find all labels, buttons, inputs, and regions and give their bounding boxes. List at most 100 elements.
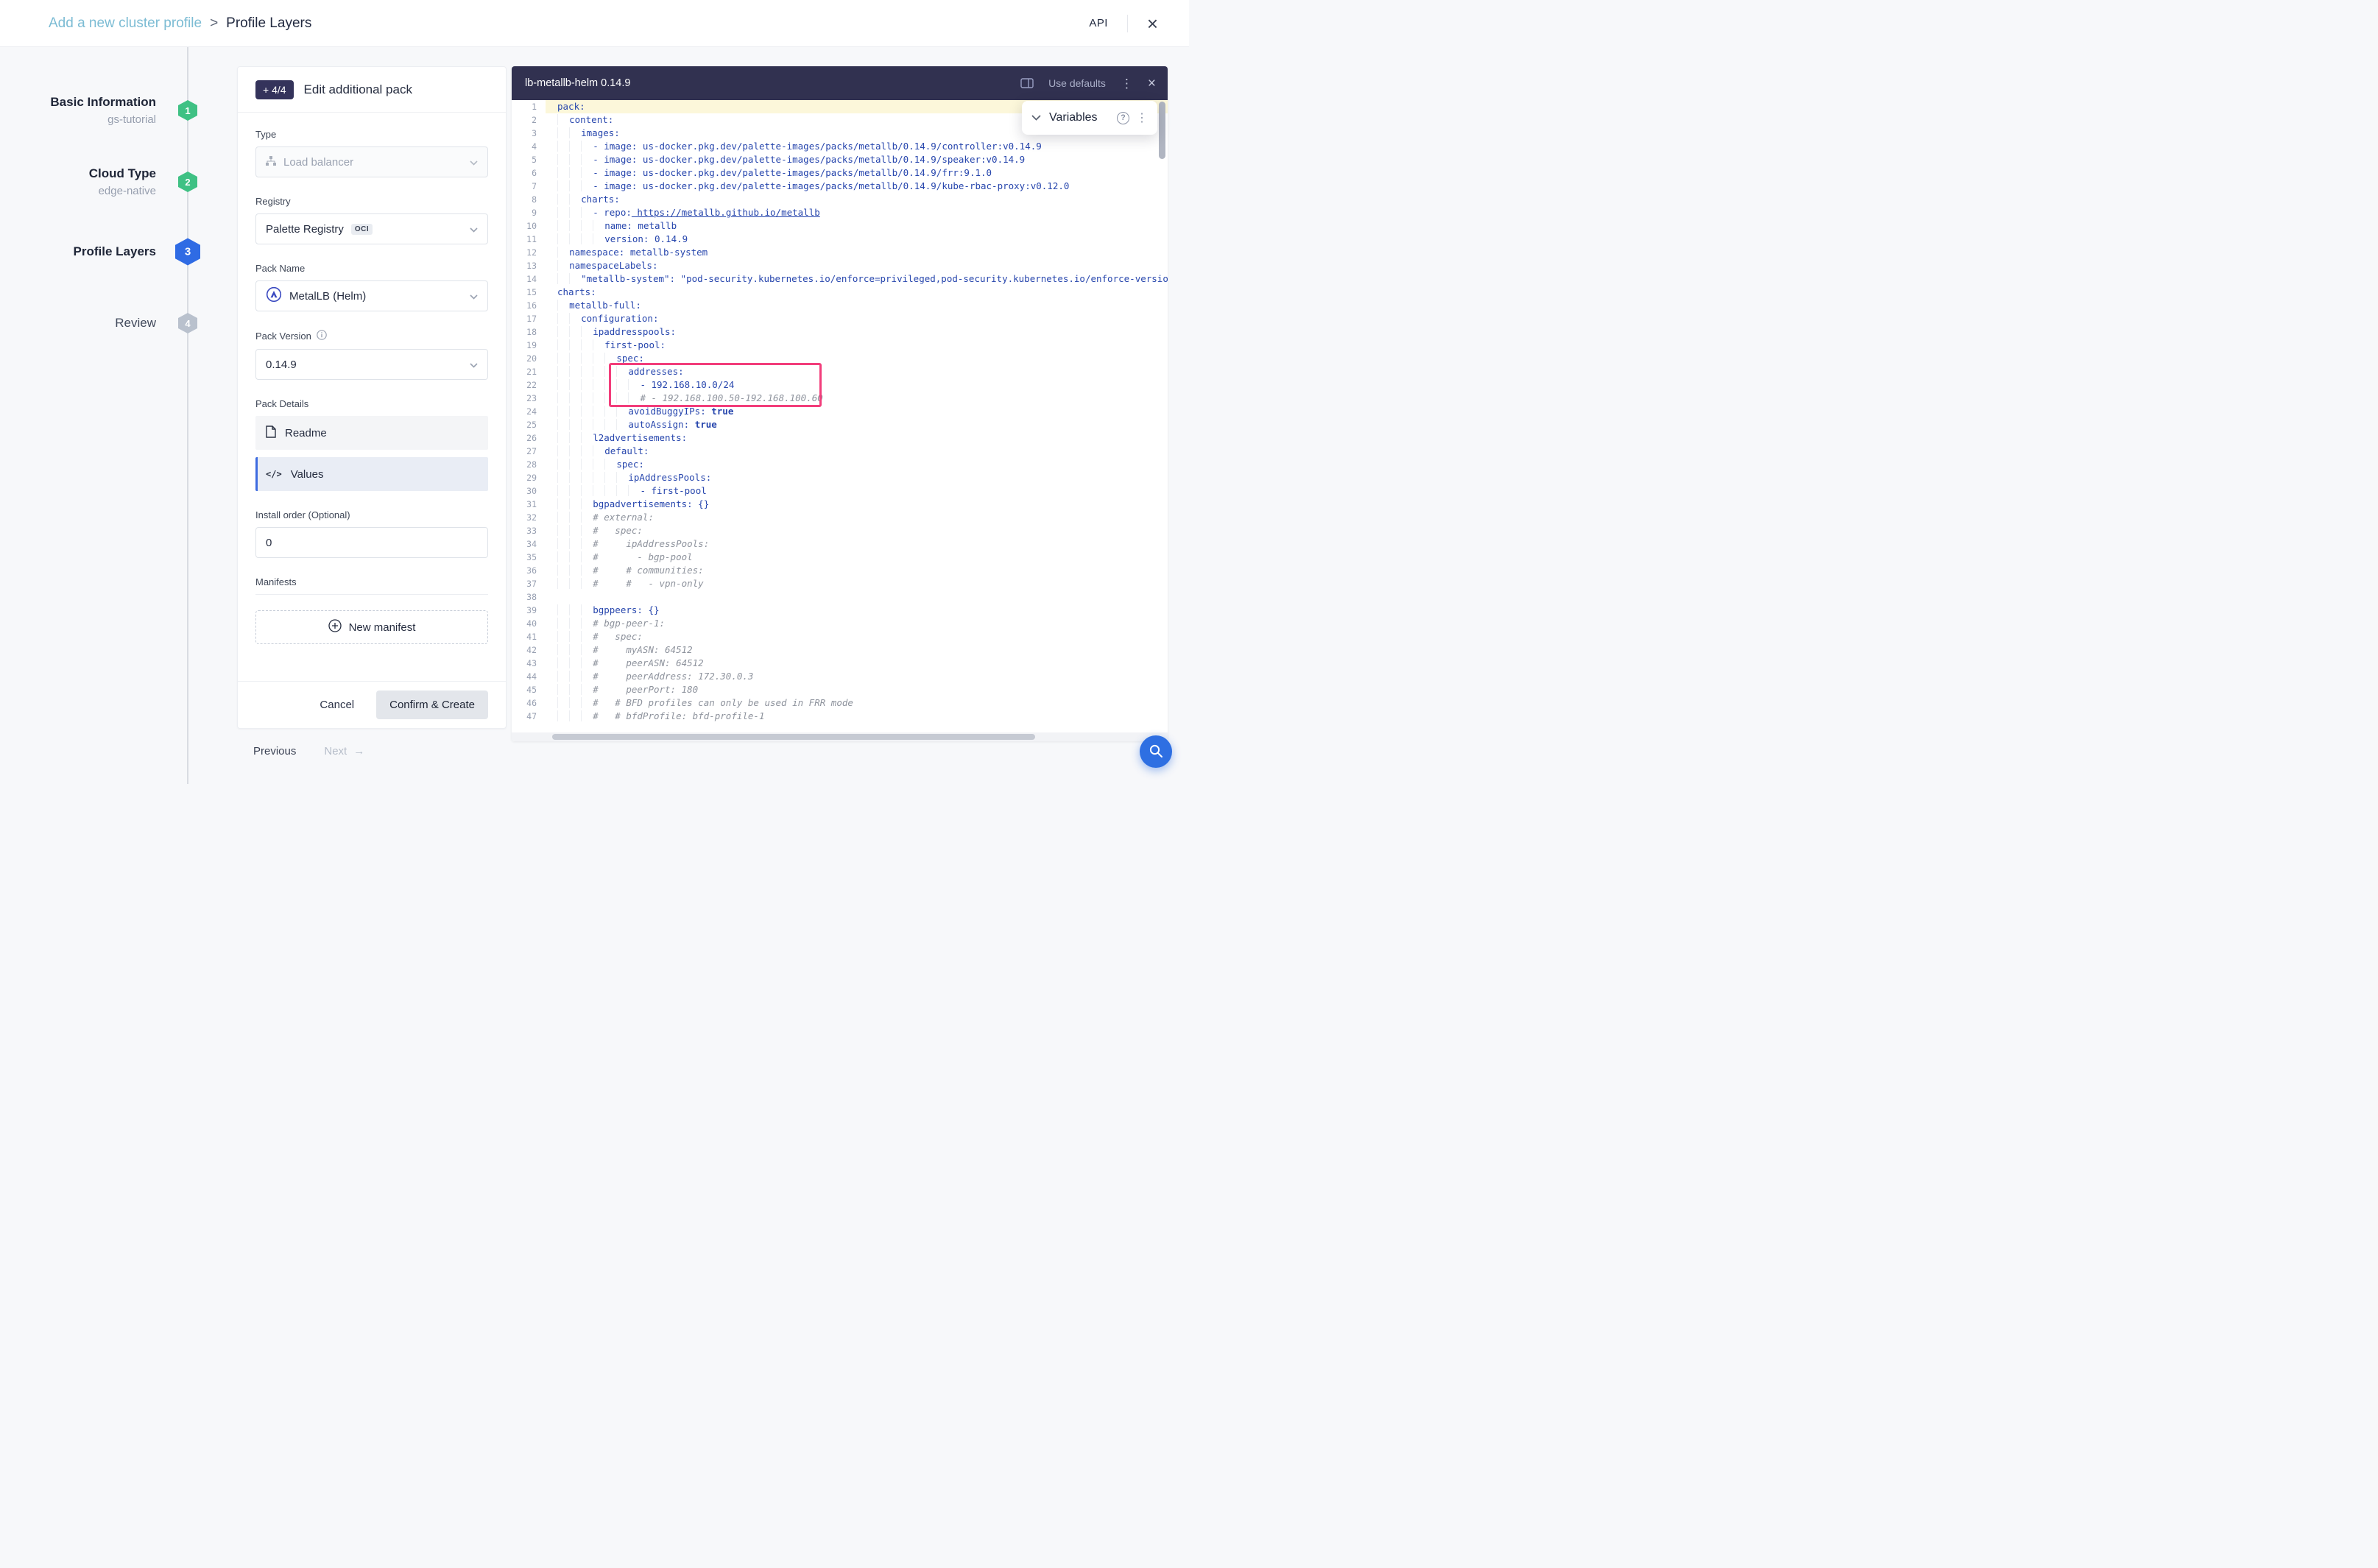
readme-tab[interactable]: Readme bbox=[255, 416, 488, 450]
pack-name-select[interactable]: MetalLB (Helm) bbox=[255, 280, 488, 311]
code-line[interactable]: 22 - 192.168.10.0/24 bbox=[512, 378, 1168, 392]
code-line[interactable]: 18 ipaddresspools: bbox=[512, 325, 1168, 339]
info-icon[interactable] bbox=[317, 330, 327, 342]
line-number: 27 bbox=[512, 445, 546, 458]
close-icon[interactable]: × bbox=[1147, 14, 1158, 33]
line-number: 4 bbox=[512, 140, 546, 153]
line-number: 40 bbox=[512, 617, 546, 630]
install-order-input[interactable]: 0 bbox=[255, 527, 488, 558]
code-line[interactable]: 47 # # bfdProfile: bfd-profile-1 bbox=[512, 710, 1168, 723]
step-number: 2 bbox=[185, 177, 190, 188]
code-line[interactable]: 32 # external: bbox=[512, 511, 1168, 524]
step-text: Cloud Type edge-native bbox=[0, 166, 156, 197]
code-line[interactable]: 13 namespaceLabels: bbox=[512, 259, 1168, 272]
variables-panel[interactable]: Variables ? ⋮ bbox=[1022, 101, 1157, 135]
editor-menu-icon[interactable]: ⋮ bbox=[1121, 77, 1133, 90]
code-line[interactable]: 10 name: metallb bbox=[512, 219, 1168, 233]
wizard-step-profile-layers[interactable]: Profile Layers 3 bbox=[0, 236, 206, 268]
confirm-create-button[interactable]: Confirm & Create bbox=[376, 691, 488, 719]
step-text: Review bbox=[0, 316, 156, 331]
variables-help-icon[interactable]: ? bbox=[1117, 112, 1129, 124]
code-line[interactable]: 41 # spec: bbox=[512, 630, 1168, 643]
wizard-step-review[interactable]: Review 4 bbox=[0, 307, 206, 339]
code-line[interactable]: 33 # spec: bbox=[512, 524, 1168, 537]
cancel-button[interactable]: Cancel bbox=[320, 699, 354, 711]
registry-select[interactable]: Palette Registry OCI bbox=[255, 213, 488, 244]
code-line[interactable]: 29 ipAddressPools: bbox=[512, 471, 1168, 484]
pack-count-badge[interactable]: + 4/4 bbox=[255, 80, 294, 99]
code-line[interactable]: 8 charts: bbox=[512, 193, 1168, 206]
code-line[interactable]: 35 # - bgp-pool bbox=[512, 551, 1168, 564]
code-line[interactable]: 23 # - 192.168.100.50-192.168.100.60 bbox=[512, 392, 1168, 405]
wizard-step-cloud-type[interactable]: Cloud Type edge-native 2 bbox=[0, 166, 206, 198]
chevron-down-icon[interactable] bbox=[1031, 111, 1041, 124]
line-content: namespace: metallb-system bbox=[546, 246, 1168, 259]
step-badge-2: 2 bbox=[178, 172, 197, 192]
code-line[interactable]: 42 # myASN: 64512 bbox=[512, 643, 1168, 657]
code-line[interactable]: 45 # peerPort: 180 bbox=[512, 683, 1168, 696]
breadcrumb-root[interactable]: Add a new cluster profile bbox=[49, 15, 202, 32]
code-line[interactable]: 15charts: bbox=[512, 286, 1168, 299]
breadcrumb: Add a new cluster profile > Profile Laye… bbox=[49, 15, 311, 32]
split-view-icon[interactable] bbox=[1020, 78, 1034, 88]
use-defaults-button[interactable]: Use defaults bbox=[1048, 77, 1106, 89]
next-button[interactable]: Next → bbox=[324, 745, 364, 757]
line-number: 23 bbox=[512, 392, 546, 405]
variables-menu-icon[interactable]: ⋮ bbox=[1136, 110, 1148, 125]
code-line[interactable]: 46 # # BFD profiles can only be used in … bbox=[512, 696, 1168, 710]
code-line[interactable]: 28 spec: bbox=[512, 458, 1168, 471]
editor-close-icon[interactable]: × bbox=[1148, 77, 1156, 91]
search-fab[interactable] bbox=[1140, 735, 1172, 768]
code-line[interactable]: 17 configuration: bbox=[512, 312, 1168, 325]
code-line[interactable]: 44 # peerAddress: 172.30.0.3 bbox=[512, 670, 1168, 683]
line-content: version: 0.14.9 bbox=[546, 233, 1168, 246]
horizontal-scrollbar-thumb[interactable] bbox=[552, 734, 1035, 740]
code-line[interactable]: 36 # # communities: bbox=[512, 564, 1168, 577]
code-line[interactable]: 26 l2advertisements: bbox=[512, 431, 1168, 445]
manifests-label: Manifests bbox=[255, 576, 488, 587]
code-line[interactable]: 25 autoAssign: true bbox=[512, 418, 1168, 431]
line-number: 13 bbox=[512, 259, 546, 272]
code-line[interactable]: 5 - image: us-docker.pkg.dev/palette-ima… bbox=[512, 153, 1168, 166]
new-manifest-button[interactable]: New manifest bbox=[255, 610, 488, 644]
code-area[interactable]: 1pack:2 content:3 images:4 - image: us-d… bbox=[512, 100, 1168, 741]
code-line[interactable]: 4 - image: us-docker.pkg.dev/palette-ima… bbox=[512, 140, 1168, 153]
line-number: 15 bbox=[512, 286, 546, 299]
code-line[interactable]: 37 # # - vpn-only bbox=[512, 577, 1168, 590]
code-line[interactable]: 20 spec: bbox=[512, 352, 1168, 365]
code-line[interactable]: 12 namespace: metallb-system bbox=[512, 246, 1168, 259]
load-balancer-icon bbox=[266, 156, 276, 169]
code-line[interactable]: 40 # bgp-peer-1: bbox=[512, 617, 1168, 630]
code-line[interactable]: 11 version: 0.14.9 bbox=[512, 233, 1168, 246]
code-line[interactable]: 7 - image: us-docker.pkg.dev/palette-ima… bbox=[512, 180, 1168, 193]
code-line[interactable]: 21 addresses: bbox=[512, 365, 1168, 378]
horizontal-scrollbar[interactable] bbox=[512, 732, 1168, 741]
step-title: Review bbox=[0, 316, 156, 331]
code-line[interactable]: 19 first-pool: bbox=[512, 339, 1168, 352]
pack-version-value: 0.14.9 bbox=[266, 359, 297, 371]
line-content: # external: bbox=[546, 511, 1168, 524]
wizard-step-basic-information[interactable]: Basic Information gs-tutorial 1 bbox=[0, 94, 206, 127]
code-line[interactable]: 16 metallb-full: bbox=[512, 299, 1168, 312]
line-number: 28 bbox=[512, 458, 546, 471]
code-line[interactable]: 27 default: bbox=[512, 445, 1168, 458]
code-line[interactable]: 38 bbox=[512, 590, 1168, 604]
code-line[interactable]: 9 - repo: https://metallb.github.io/meta… bbox=[512, 206, 1168, 219]
values-tab[interactable]: </> Values bbox=[255, 457, 488, 491]
step-badge-4: 4 bbox=[178, 313, 197, 333]
code-line[interactable]: 43 # peerASN: 64512 bbox=[512, 657, 1168, 670]
code-line[interactable]: 39 bgppeers: {} bbox=[512, 604, 1168, 617]
line-number: 12 bbox=[512, 246, 546, 259]
code-line[interactable]: 30 - first-pool bbox=[512, 484, 1168, 498]
code-line[interactable]: 24 avoidBuggyIPs: true bbox=[512, 405, 1168, 418]
type-select[interactable]: Load balancer bbox=[255, 146, 488, 177]
vertical-scrollbar-thumb[interactable] bbox=[1159, 102, 1165, 159]
pack-version-select[interactable]: 0.14.9 bbox=[255, 349, 488, 380]
code-line[interactable]: 31 bgpadvertisements: {} bbox=[512, 498, 1168, 511]
previous-button[interactable]: Previous bbox=[253, 745, 296, 757]
install-order-label: Install order (Optional) bbox=[255, 509, 488, 520]
code-line[interactable]: 6 - image: us-docker.pkg.dev/palette-ima… bbox=[512, 166, 1168, 180]
code-line[interactable]: 34 # ipAddressPools: bbox=[512, 537, 1168, 551]
code-line[interactable]: 14 "metallb-system": "pod-security.kuber… bbox=[512, 272, 1168, 286]
api-link[interactable]: API bbox=[1089, 17, 1107, 29]
